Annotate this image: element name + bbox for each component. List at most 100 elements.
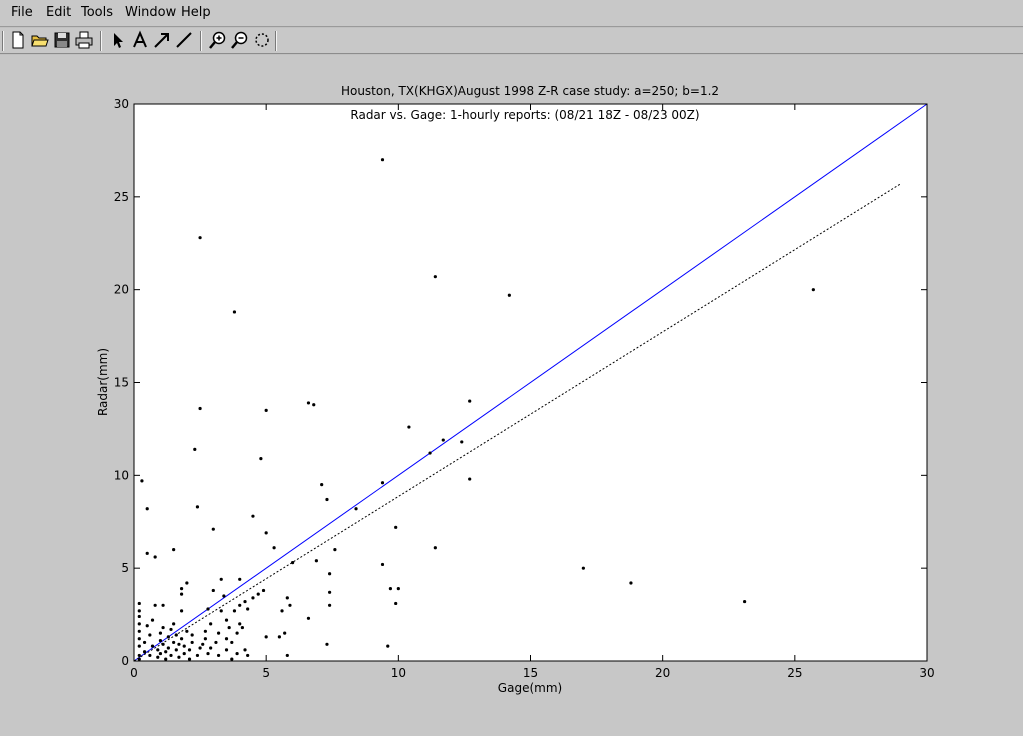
data-point	[177, 642, 181, 646]
data-point	[137, 629, 141, 633]
data-point	[280, 609, 284, 613]
data-point	[174, 648, 178, 652]
data-point	[251, 596, 255, 600]
data-point	[190, 633, 194, 637]
x-tick-label: 15	[523, 666, 538, 680]
data-point	[137, 644, 141, 648]
arrow-draw-icon[interactable]	[152, 30, 172, 50]
data-point	[203, 637, 207, 641]
data-point	[314, 559, 318, 563]
data-point	[137, 614, 141, 619]
data-point	[195, 653, 200, 658]
data-point	[328, 603, 332, 607]
data-point	[169, 627, 173, 632]
data-point	[201, 642, 205, 646]
data-point	[185, 629, 189, 633]
menu-window[interactable]: Window	[125, 5, 176, 20]
x-tick-label: 25	[787, 666, 802, 680]
data-point	[235, 651, 239, 656]
rotate-icon[interactable]	[252, 30, 272, 50]
data-point	[743, 599, 747, 604]
menu-edit[interactable]: Edit	[46, 5, 71, 20]
zoom-in-icon[interactable]	[208, 30, 228, 50]
data-point	[137, 637, 141, 641]
data-point	[232, 310, 237, 314]
save-disk-icon[interactable]	[52, 30, 72, 50]
x-tick-label: 30	[919, 666, 934, 680]
data-point	[182, 651, 186, 656]
data-point	[216, 631, 221, 635]
data-point	[156, 648, 160, 652]
data-point	[158, 631, 163, 635]
data-point	[380, 562, 385, 567]
y-tick-label: 20	[114, 283, 129, 297]
data-point	[235, 631, 239, 635]
data-point	[148, 653, 152, 658]
data-point	[230, 657, 234, 661]
data-point	[238, 603, 242, 607]
data-point	[238, 577, 242, 581]
line-draw-icon[interactable]	[174, 30, 194, 50]
data-point	[251, 514, 255, 518]
y-tick-label: 15	[114, 376, 129, 390]
data-point	[246, 607, 250, 611]
open-folder-icon[interactable]	[30, 30, 50, 50]
data-point	[179, 609, 184, 613]
data-point	[172, 622, 176, 626]
data-point	[224, 648, 229, 652]
pointer-arrow-icon[interactable]	[108, 30, 128, 50]
y-tick-label: 30	[114, 97, 129, 111]
data-point	[224, 618, 229, 622]
data-point	[394, 525, 398, 529]
data-point	[230, 640, 234, 645]
print-icon[interactable]	[74, 30, 94, 50]
data-point	[153, 555, 157, 559]
toolbar-separator	[100, 31, 102, 51]
data-point	[246, 653, 250, 658]
data-point	[288, 603, 292, 607]
data-point	[320, 483, 324, 487]
data-point	[166, 635, 170, 639]
data-point	[238, 622, 242, 626]
data-point	[240, 625, 244, 630]
data-point	[460, 440, 464, 444]
data-point	[158, 638, 163, 643]
menu-file[interactable]: File	[11, 5, 33, 20]
data-point	[291, 560, 295, 565]
data-point	[209, 646, 213, 650]
data-point	[206, 651, 210, 656]
data-point	[145, 551, 149, 555]
data-point	[264, 635, 268, 639]
data-point	[206, 607, 210, 611]
data-point	[243, 599, 247, 604]
x-tick-label: 5	[262, 666, 270, 680]
data-point	[380, 158, 385, 162]
data-point	[629, 581, 633, 585]
x-tick-label: 0	[130, 666, 138, 680]
data-point	[227, 625, 231, 630]
y-axis-label: Radar(mm)	[96, 348, 110, 416]
data-point	[187, 657, 192, 661]
toolbar-separator	[275, 31, 277, 51]
toolbar-grip	[2, 31, 4, 51]
data-point	[145, 624, 149, 628]
y-tick-label: 0	[121, 654, 129, 668]
new-file-icon[interactable]	[8, 30, 28, 50]
data-point	[150, 618, 155, 622]
data-point	[328, 590, 332, 594]
data-point	[179, 586, 184, 591]
data-point	[214, 640, 218, 645]
data-point	[264, 531, 268, 535]
data-point	[142, 640, 147, 645]
zoom-out-icon[interactable]	[230, 30, 250, 50]
data-point	[166, 646, 170, 650]
data-point	[222, 594, 226, 598]
data-point	[172, 548, 176, 552]
menu-help[interactable]: Help	[181, 5, 211, 20]
menu-tools[interactable]: Tools	[81, 5, 113, 20]
text-insert-icon[interactable]	[130, 30, 150, 50]
toolbar	[0, 28, 1023, 54]
data-point	[507, 293, 511, 297]
data-point	[185, 581, 189, 585]
data-point	[164, 650, 168, 654]
